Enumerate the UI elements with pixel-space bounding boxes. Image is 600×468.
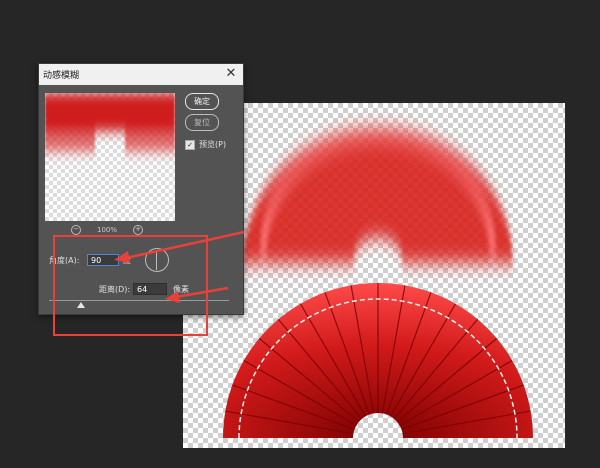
angle-arrowhead [114, 251, 130, 263]
distance-arrowhead [165, 291, 180, 303]
distance-arrow [175, 286, 229, 299]
angle-arrow [125, 230, 245, 260]
annotation-arrows [114, 230, 245, 303]
